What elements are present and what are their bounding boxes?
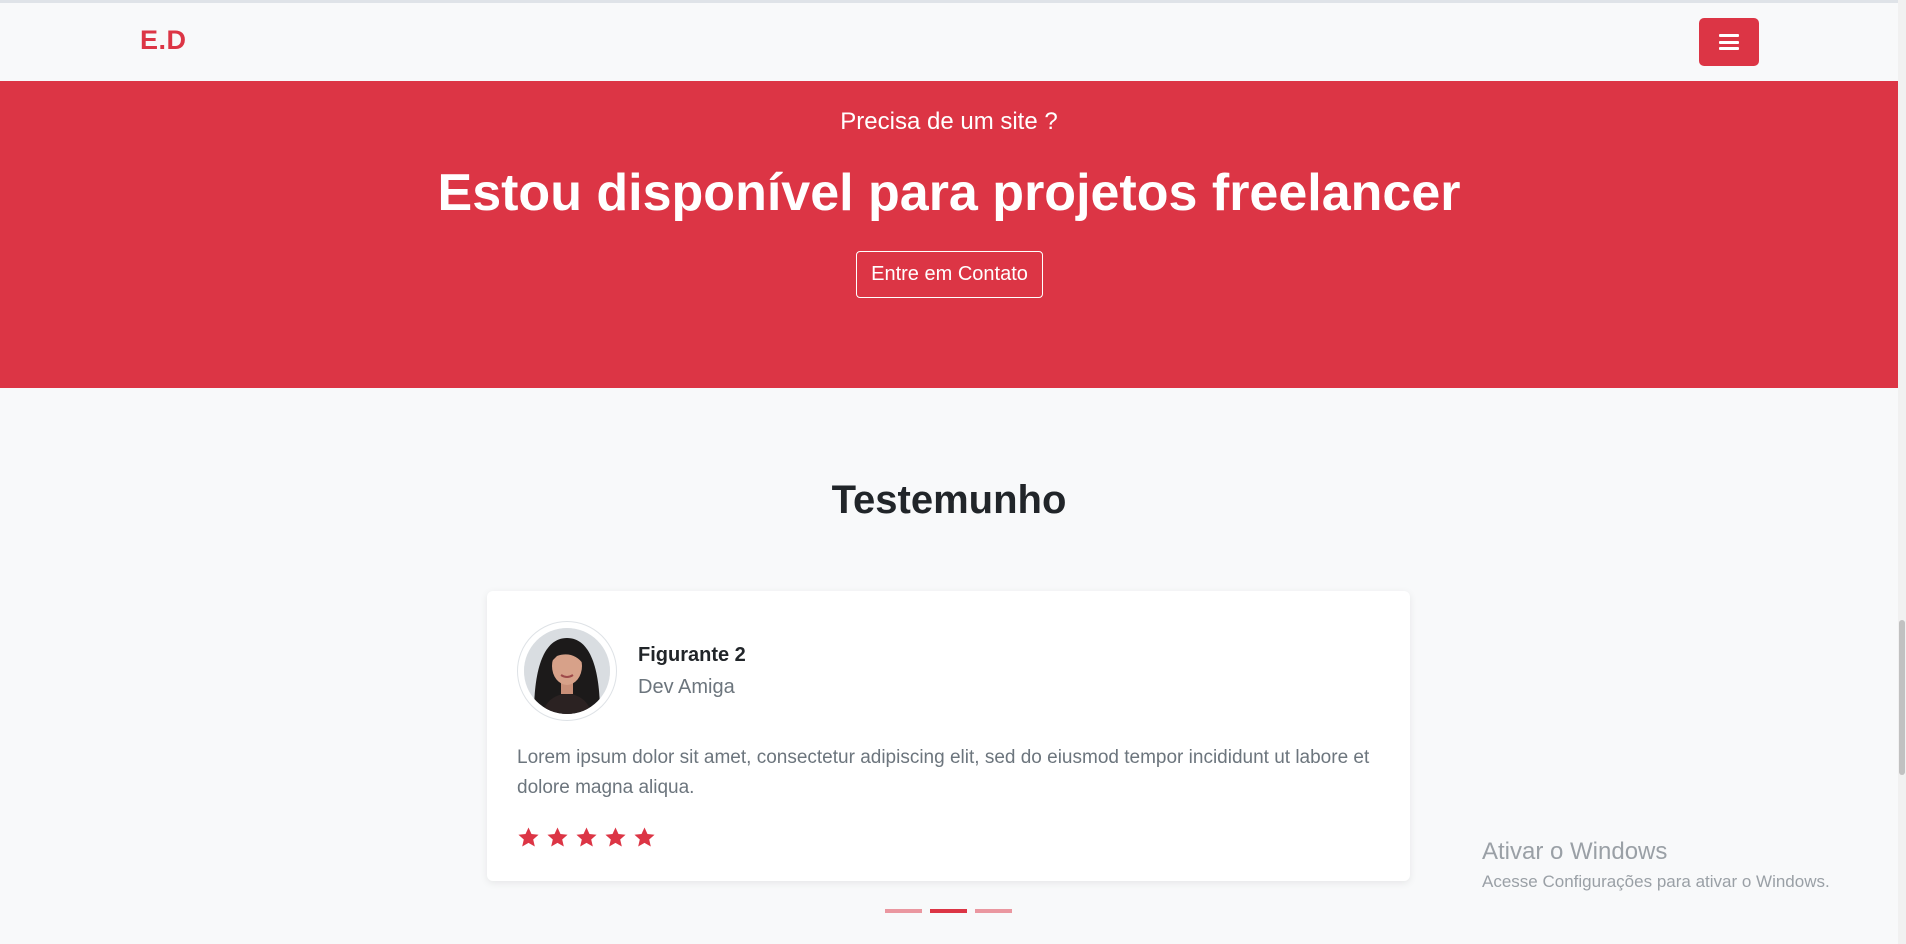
- rating-stars: [517, 826, 656, 849]
- testimonial-role: Dev Amiga: [638, 676, 735, 698]
- star-icon: [576, 827, 597, 847]
- star-icon: [518, 827, 539, 847]
- hero-banner: Precisa de um site ? Estou disponível pa…: [0, 81, 1898, 388]
- star-icon: [634, 827, 655, 847]
- brand-logo[interactable]: E.D: [140, 25, 187, 56]
- windows-activation-watermark: Ativar o Windows Acesse Configurações pa…: [1482, 838, 1830, 892]
- star-icon: [547, 827, 568, 847]
- contact-button[interactable]: Entre em Contato: [856, 251, 1043, 298]
- navbar: E.D: [0, 3, 1898, 81]
- avatar-photo: [524, 628, 610, 714]
- testimonial-card: Figurante 2 Dev Amiga Lorem ipsum dolor …: [487, 591, 1410, 881]
- hero-subtitle: Precisa de um site ?: [840, 108, 1058, 135]
- carousel-indicator[interactable]: [975, 909, 1012, 913]
- page-scrollbar[interactable]: [1898, 0, 1906, 944]
- carousel-indicators: [885, 909, 1012, 913]
- hero-title: Estou disponível para projetos freelance…: [437, 164, 1461, 222]
- star-icon: [605, 827, 626, 847]
- hamburger-menu-icon: [1719, 34, 1739, 50]
- carousel-indicator-active[interactable]: [930, 909, 967, 913]
- menu-toggle-button[interactable]: [1699, 18, 1759, 66]
- avatar: [517, 621, 617, 721]
- watermark-title: Ativar o Windows: [1482, 838, 1668, 865]
- scrollbar-thumb[interactable]: [1899, 620, 1905, 775]
- testimonials-title: Testemunho: [831, 478, 1067, 522]
- carousel-indicator[interactable]: [885, 909, 922, 913]
- testimonial-text: Lorem ipsum dolor sit amet, consectetur …: [517, 747, 1370, 798]
- testimonial-name: Figurante 2: [638, 644, 746, 666]
- watermark-subtitle: Acesse Configurações para ativar o Windo…: [1482, 872, 1830, 891]
